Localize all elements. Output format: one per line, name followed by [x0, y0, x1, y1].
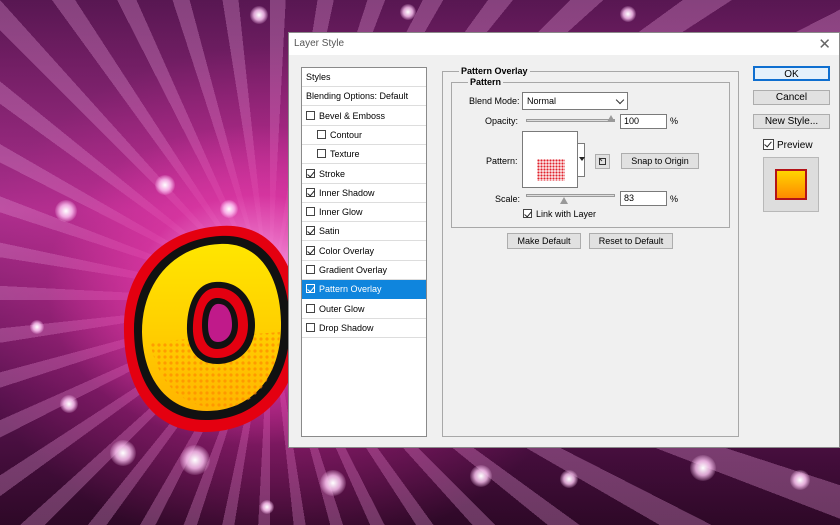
preview-checkbox[interactable]: Preview [763, 136, 833, 155]
style-item-label: Styles [306, 72, 331, 82]
sparkle [400, 4, 416, 20]
sparkle [560, 470, 578, 488]
style-item-label: Color Overlay [319, 245, 375, 256]
style-item-label: Pattern Overlay [319, 284, 382, 295]
checkbox-icon[interactable] [317, 129, 326, 139]
style-item-label: Inner Shadow [319, 187, 375, 198]
style-item-contour[interactable]: Contour [302, 126, 426, 145]
scale-slider-track[interactable] [526, 194, 615, 197]
scale-percent: % [670, 194, 679, 204]
style-item-drop-shadow[interactable]: Drop Shadow [302, 319, 426, 338]
snap-to-origin-button[interactable]: Snap to Origin [621, 153, 699, 169]
sparkle [55, 200, 77, 222]
make-default-button[interactable]: Make Default [507, 233, 581, 249]
style-item-stroke[interactable]: Stroke [302, 165, 426, 184]
link-with-layer-label: Link with Layer [536, 209, 597, 219]
style-item-gradient-overlay[interactable]: Gradient Overlay [302, 261, 426, 280]
style-item-label: Gradient Overlay [319, 265, 388, 275]
link-with-layer-checkbox[interactable]: Link with Layer [522, 205, 632, 224]
pattern-swatch[interactable] [522, 131, 578, 188]
layer-style-dialog: Layer Style ✕ Styles Blending Options: De… [288, 32, 840, 448]
opacity-slider-handle[interactable] [607, 115, 615, 122]
sparkle [30, 320, 44, 334]
sparkle [260, 500, 274, 514]
checkbox-icon[interactable] [317, 149, 326, 159]
styles-list: Styles Blending Options: Default Bevel & E… [301, 67, 427, 437]
sparkle [110, 440, 136, 466]
opacity-label: Opacity: [485, 116, 519, 126]
checkbox-icon[interactable] [306, 207, 315, 217]
style-item-label: Satin [319, 226, 340, 237]
style-item-outer-glow[interactable]: Outer Glow [302, 300, 426, 319]
scale-input[interactable]: 83 [620, 191, 667, 206]
blend-mode-label: Blend Mode: [469, 96, 520, 106]
sparkle [690, 455, 716, 481]
checkbox-icon[interactable] [306, 187, 315, 197]
section-title: Pattern Overlay [459, 66, 530, 76]
dialog-title: Layer Style [294, 38, 345, 49]
opacity-input[interactable]: 100 [620, 114, 667, 129]
style-item-label: Outer Glow [319, 303, 365, 314]
cancel-button[interactable]: Cancel [753, 90, 830, 105]
chevron-down-icon [615, 95, 625, 105]
opacity-slider-track[interactable] [526, 119, 615, 122]
pattern-label: Pattern: [486, 156, 518, 166]
checkbox-icon[interactable] [306, 168, 315, 178]
style-item-label: Contour [330, 129, 363, 140]
close-icon[interactable]: ✕ [818, 35, 831, 53]
scale-label: Scale: [495, 194, 521, 204]
scale-slider-handle[interactable] [560, 197, 569, 204]
blend-mode-value: Normal [527, 96, 557, 106]
blend-mode-select[interactable]: Normal [522, 92, 628, 110]
style-item-satin[interactable]: Satin [302, 222, 426, 242]
pattern-picker-arrow-icon[interactable] [577, 143, 585, 177]
sparkle [470, 465, 492, 487]
style-item-label: Inner Glow [319, 207, 363, 218]
reset-to-default-button[interactable]: Reset to Default [589, 233, 673, 249]
checkbox-icon[interactable] [306, 226, 315, 236]
group-title: Pattern [468, 77, 504, 87]
sparkle [320, 470, 346, 496]
sparkle [220, 200, 238, 218]
sparkle [250, 6, 268, 24]
style-item-bevel-emboss[interactable]: Bevel & Emboss [302, 107, 426, 126]
link-with-layer-check-icon[interactable] [523, 209, 532, 218]
style-preview [763, 157, 819, 212]
halftone-pattern-preview [537, 159, 565, 181]
ok-button[interactable]: OK [753, 66, 830, 81]
checkbox-icon[interactable] [306, 110, 315, 120]
checkbox-icon[interactable] [306, 284, 315, 294]
sparkle [620, 6, 636, 22]
sparkle [180, 445, 210, 475]
style-item-label: Drop Shadow [319, 322, 374, 333]
checkbox-icon[interactable] [306, 322, 315, 332]
checkbox-icon[interactable] [306, 303, 315, 313]
letter-o-artwork [123, 225, 301, 432]
sparkle [790, 470, 810, 490]
preview-check-icon[interactable] [763, 139, 774, 150]
style-item-label: Bevel & Emboss [319, 110, 386, 121]
checkbox-icon[interactable] [306, 265, 315, 274]
preview-label: Preview [777, 140, 813, 151]
style-item-inner-glow[interactable]: Inner Glow [302, 203, 426, 223]
style-item-texture[interactable]: Texture [302, 145, 426, 165]
new-style-button[interactable]: New Style... [753, 114, 830, 129]
style-item-color-overlay[interactable]: Color Overlay [302, 242, 426, 261]
style-item-inner-shadow[interactable]: Inner Shadow [302, 184, 426, 203]
new-preset-icon[interactable] [595, 154, 610, 169]
sparkle [60, 395, 78, 413]
dialog-titlebar[interactable]: Layer Style ✕ [289, 33, 839, 55]
style-item-label: Stroke [319, 168, 346, 179]
style-item-label: Blending Options: Default [306, 91, 409, 102]
style-item-pattern-overlay[interactable]: Pattern Overlay [302, 280, 426, 300]
style-item-styles[interactable]: Styles [302, 68, 426, 87]
sparkle [155, 175, 175, 195]
preview-swatch [775, 169, 807, 200]
style-item-label: Texture [330, 149, 360, 160]
opacity-percent: % [670, 116, 679, 126]
checkbox-icon[interactable] [306, 245, 315, 255]
style-item-blending-options-default[interactable]: Blending Options: Default [302, 87, 426, 107]
